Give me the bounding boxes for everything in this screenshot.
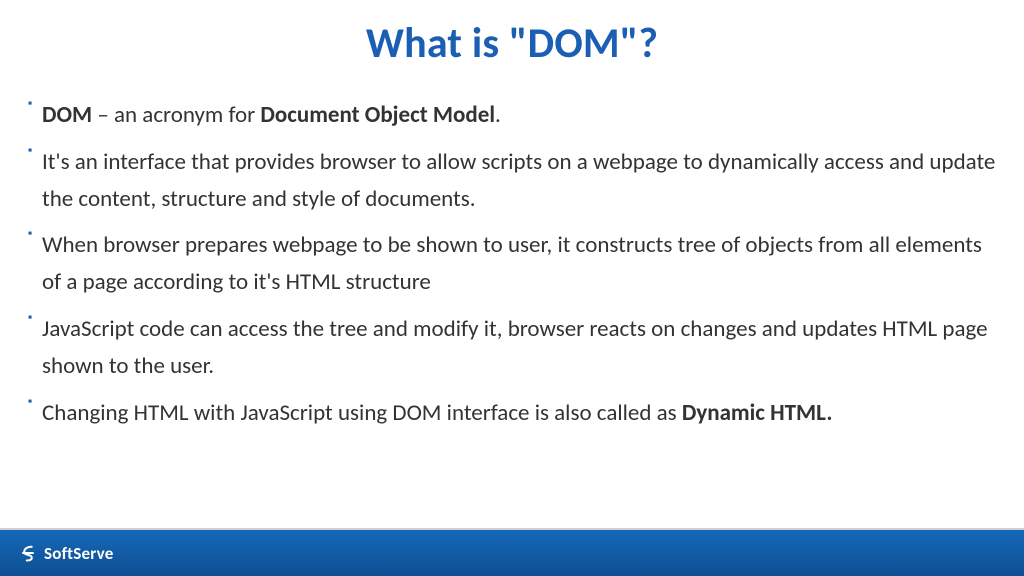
bullet-text: JavaScript code can access the tree and … [42, 315, 988, 380]
slide: What is "DOM"? DOM – an acronym for Docu… [0, 0, 1024, 576]
softserve-icon [18, 543, 38, 563]
bullet-list: DOM – an acronym for Document Object Mod… [28, 97, 996, 431]
bullet-text: It's an interface that provides browser … [42, 148, 995, 213]
bullet-item: When browser prepares webpage to be show… [28, 227, 996, 301]
bullet-item: It's an interface that provides browser … [28, 144, 996, 218]
bullet-text: Changing HTML with JavaScript using DOM … [42, 399, 682, 427]
bullet-text: . [495, 101, 501, 129]
bullet-text: – an acronym for [92, 101, 260, 129]
bullet-item: Changing HTML with JavaScript using DOM … [28, 395, 996, 432]
footer-bar: SoftServe [0, 530, 1024, 576]
slide-title: What is "DOM"? [0, 0, 1024, 79]
bullet-text-bold: Document Object Model [260, 101, 495, 129]
bullet-item: JavaScript code can access the tree and … [28, 311, 996, 385]
slide-content: DOM – an acronym for Document Object Mod… [0, 79, 1024, 431]
brand-logo: SoftServe [18, 543, 113, 564]
bullet-text-bold: DOM [42, 101, 92, 129]
brand-name: SoftServe [44, 543, 113, 564]
bullet-text: When browser prepares webpage to be show… [42, 231, 982, 296]
bullet-text-bold: Dynamic HTML. [682, 399, 833, 427]
bullet-item: DOM – an acronym for Document Object Mod… [28, 97, 996, 134]
